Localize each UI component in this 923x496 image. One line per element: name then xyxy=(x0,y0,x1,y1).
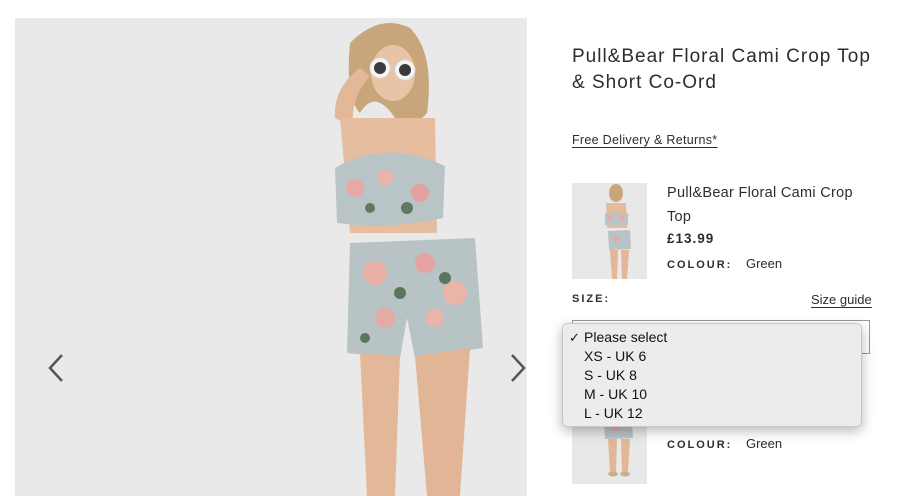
item-thumbnail-photo xyxy=(572,183,647,279)
size-option-label: L - UK 12 xyxy=(584,405,643,421)
size-guide-link[interactable]: Size guide xyxy=(811,292,872,307)
product-image[interactable] xyxy=(15,18,527,496)
size-dropdown-menu[interactable]: ✓ Please select XS - UK 6 S - UK 8 M - U… xyxy=(562,323,862,427)
item-colour: COLOUR: Green xyxy=(667,436,782,451)
item-thumbnail-photo xyxy=(572,420,647,484)
size-option[interactable]: L - UK 12 xyxy=(563,404,861,423)
size-label: SIZE: xyxy=(572,293,611,305)
size-option-label: XS - UK 6 xyxy=(584,348,647,364)
colour-label: COLOUR: xyxy=(667,259,733,271)
size-option-label: Please select xyxy=(584,329,668,345)
chevron-right-icon xyxy=(511,354,526,382)
size-option[interactable]: M - UK 10 xyxy=(563,385,861,404)
size-option[interactable]: S - UK 8 xyxy=(563,366,861,385)
colour-value: Green xyxy=(745,436,783,451)
model-photo xyxy=(15,18,527,496)
checkmark-icon: ✓ xyxy=(569,330,580,345)
chevron-left-icon xyxy=(48,354,63,382)
size-option[interactable]: XS - UK 6 xyxy=(563,347,861,366)
size-option-label: S - UK 8 xyxy=(584,367,637,383)
colour-label: COLOUR: xyxy=(667,439,733,451)
item-thumbnail[interactable] xyxy=(572,420,647,484)
size-option-label: M - UK 10 xyxy=(584,386,648,402)
colour-value: Green xyxy=(745,256,783,271)
product-title: Pull&Bear Floral Cami Crop Top & Short C… xyxy=(572,46,871,93)
free-delivery-link[interactable]: Free Delivery & Returns* xyxy=(572,133,717,147)
item-name[interactable]: Pull&Bear Floral Cami Crop Top xyxy=(667,181,867,229)
item-colour: COLOUR: Green xyxy=(667,256,782,271)
item-thumbnail[interactable] xyxy=(572,183,647,279)
size-option[interactable]: ✓ Please select xyxy=(563,328,861,347)
item-price: £13.99 xyxy=(667,231,715,246)
next-image-button[interactable] xyxy=(505,353,527,383)
prev-image-button[interactable] xyxy=(45,353,69,383)
